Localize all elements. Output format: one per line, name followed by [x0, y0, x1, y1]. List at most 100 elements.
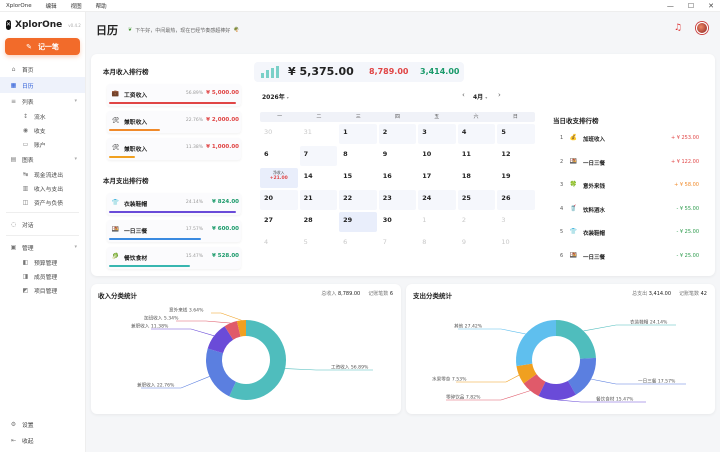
- sidebar-item[interactable]: ◫ 资产与负债: [0, 195, 85, 209]
- day-number: 28: [303, 216, 313, 224]
- calendar-day[interactable]: 25: [457, 190, 496, 210]
- calendar-day[interactable]: 15: [339, 168, 377, 188]
- calendar-day[interactable]: 5: [300, 234, 338, 254]
- calendar-day[interactable]: 29: [339, 212, 377, 232]
- calendar-day[interactable]: 9: [458, 234, 496, 254]
- calendar-day[interactable]: 2: [458, 212, 496, 232]
- calendar-day[interactable]: 14: [300, 168, 338, 188]
- calendar-day[interactable]: 24: [418, 190, 456, 210]
- calendar-day[interactable]: 6: [260, 146, 298, 166]
- calendar-day[interactable]: 28: [300, 212, 338, 232]
- calendar-day[interactable]: 30: [260, 124, 298, 144]
- calendar-day[interactable]: 16: [379, 168, 417, 188]
- rank-item[interactable]: 👕 衣装鞋帽 24.14% ¥ 824.00: [107, 193, 241, 215]
- day-rank-item[interactable]: 1 💰 加班收入 + ¥ 253.00: [553, 131, 705, 147]
- cashflow-icon: ↹: [22, 170, 29, 178]
- menu-app[interactable]: XplorOne: [6, 3, 32, 9]
- sidebar-item[interactable]: ◉ 收支: [0, 123, 85, 137]
- sidebar-item[interactable]: ▥ 收入与支出: [0, 181, 85, 195]
- sidebar-item[interactable]: ↕ 流水: [0, 109, 85, 123]
- calendar-day[interactable]: 2: [378, 124, 417, 144]
- sidebar-item[interactable]: ◌ 对话: [0, 216, 85, 232]
- calendar-day[interactable]: 20: [260, 190, 298, 210]
- sidebar-item-label: 预算管理: [34, 260, 58, 267]
- rank-item[interactable]: 🛠 兼职收入 22.76% ¥ 2,000.00: [107, 111, 241, 133]
- calendar-day[interactable]: 18: [458, 168, 496, 188]
- sidebar-item[interactable]: ◩ 项目管理: [0, 283, 85, 297]
- calendar-day[interactable]: 3: [418, 124, 456, 144]
- day-rank-item[interactable]: 3 🍀 意外来钱 + ¥ 58.00: [553, 178, 705, 194]
- rank-item[interactable]: 🍱 一日三餐 17.57% ¥ 600.00: [107, 220, 241, 242]
- calendar-day[interactable]: 3: [497, 212, 535, 232]
- calendar-day[interactable]: 6: [339, 234, 377, 254]
- sidebar-item[interactable]: ◧ 预算管理: [0, 255, 85, 269]
- minimize-button[interactable]: —: [667, 2, 674, 10]
- calendar-day[interactable]: 4: [457, 124, 496, 144]
- sidebar-item[interactable]: ▣ 管理 ▾: [0, 239, 85, 255]
- calendar-day[interactable]: 17: [418, 168, 456, 188]
- menu-help[interactable]: 帮助: [96, 2, 107, 10]
- calendar-day[interactable]: 23: [378, 190, 417, 210]
- calendar-day[interactable]: 1: [418, 212, 456, 232]
- sidebar-item[interactable]: ⌂ 首页: [0, 61, 85, 77]
- day-rank-item[interactable]: 2 🍱 一日三餐 + ¥ 122.00: [553, 155, 705, 171]
- donut-slice[interactable]: [516, 320, 556, 367]
- calendar-day[interactable]: 10: [497, 234, 535, 254]
- rank-item[interactable]: 🥬 餐饮食材 15.47% ¥ 528.00: [107, 247, 241, 269]
- menu-view[interactable]: 视图: [71, 2, 82, 10]
- category-icon: 💰: [569, 134, 578, 141]
- calendar-day[interactable]: 7: [379, 234, 417, 254]
- donut-slice[interactable]: [556, 320, 596, 359]
- day-rank-item[interactable]: 6 🍱 一日三餐 - ¥ 25.00: [553, 249, 705, 265]
- calendar-day[interactable]: 7: [299, 146, 338, 166]
- slice-label: 兼职收入 11.38%: [131, 323, 169, 330]
- calendar-day[interactable]: 10: [418, 146, 456, 166]
- sidebar-item-label: 列表: [22, 99, 34, 106]
- calendar-day[interactable]: 12: [497, 146, 535, 166]
- calendar-day[interactable]: 22: [339, 190, 377, 210]
- month-select[interactable]: 4月 ▾: [473, 92, 487, 101]
- calendar-day[interactable]: 21: [299, 190, 338, 210]
- maximize-button[interactable]: ☐: [688, 2, 694, 10]
- calendar-day[interactable]: 31: [300, 124, 338, 144]
- next-month-button[interactable]: ›: [498, 91, 501, 99]
- notification-bell-icon[interactable]: ♫: [674, 23, 682, 33]
- rank-item[interactable]: 💼 工资收入 56.89% ¥ 5,000.00: [107, 84, 241, 106]
- calendar-day[interactable]: 30: [379, 212, 417, 232]
- close-button[interactable]: ✕: [708, 2, 714, 10]
- calendar-day[interactable]: 9: [379, 146, 417, 166]
- year-select[interactable]: 2026年 ▾: [262, 92, 289, 101]
- rank-number: 5: [560, 229, 564, 235]
- weekday-label: 日: [512, 114, 518, 120]
- calendar-day[interactable]: 4: [260, 234, 298, 254]
- calendar-day[interactable]: 1: [339, 124, 377, 144]
- prev-month-button[interactable]: ‹: [462, 91, 465, 99]
- day-rank-item[interactable]: 4 🥤 饮料酒水 - ¥ 55.00: [553, 202, 705, 218]
- calendar-day[interactable]: 19: [497, 168, 535, 188]
- day-rank-item[interactable]: 5 👕 衣装鞋帽 - ¥ 25.00: [553, 225, 705, 241]
- sidebar-item[interactable]: ▤ 图表 ▾: [0, 151, 85, 167]
- menu-edit[interactable]: 编辑: [46, 2, 57, 10]
- sidebar-item[interactable]: ≡ 列表 ▾: [0, 93, 85, 109]
- quick-add-button[interactable]: ✎ 记一笔: [5, 38, 80, 55]
- rank-item[interactable]: 🛠 兼职收入 11.38% ¥ 1,000.00: [107, 138, 241, 160]
- expense-total: 3,414.00: [420, 67, 460, 76]
- calendar-day[interactable]: 11: [458, 146, 496, 166]
- sidebar-item[interactable]: ◨ 成员管理: [0, 269, 85, 283]
- calendar-day[interactable]: 26: [497, 190, 535, 210]
- sidebar-item[interactable]: ▭ 账户: [0, 137, 85, 151]
- category-icon: 🍀: [569, 181, 578, 188]
- rank-progress-bar: [109, 238, 202, 240]
- donut-slice[interactable]: [206, 348, 236, 397]
- calendar-day[interactable]: 27: [260, 212, 298, 232]
- sidebar-item[interactable]: ↹ 现金流进出: [0, 167, 85, 181]
- slice-label: 兼职收入 22.76%: [137, 382, 175, 389]
- sidebar-item[interactable]: ▦ 日历: [0, 77, 85, 93]
- calendar-day[interactable]: 净收入 +21.00: [260, 168, 298, 188]
- avatar[interactable]: [696, 22, 708, 34]
- sidebar-item[interactable]: ⚙ 设置: [0, 416, 86, 432]
- sidebar-item[interactable]: ⇤ 收起: [0, 432, 86, 448]
- calendar-day[interactable]: 8: [418, 234, 456, 254]
- calendar-day[interactable]: 5: [497, 124, 535, 144]
- calendar-day[interactable]: 8: [339, 146, 377, 166]
